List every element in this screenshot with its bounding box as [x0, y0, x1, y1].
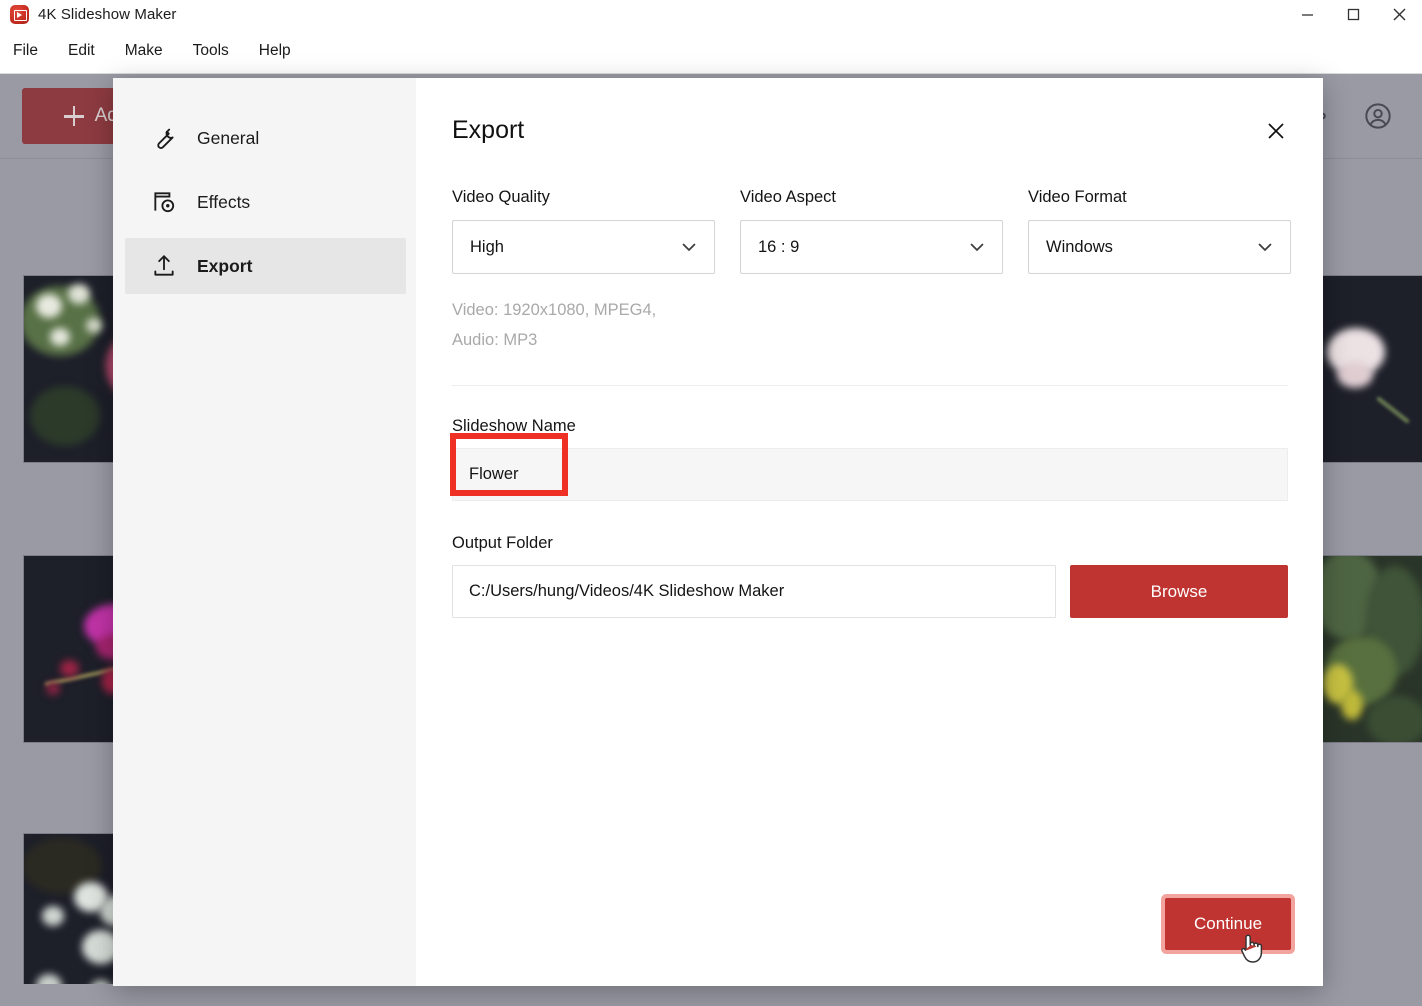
menu-tools[interactable]: Tools: [193, 38, 229, 64]
video-aspect-field: Video Aspect 16 : 9: [740, 188, 1003, 274]
video-format-field: Video Format Windows: [1028, 188, 1291, 274]
chevron-down-icon: [1258, 243, 1272, 251]
dialog-header: Export: [452, 116, 1291, 146]
video-format-label: Video Format: [1028, 188, 1127, 206]
dialog-close-button[interactable]: [1261, 116, 1291, 146]
codec-video-line: Video: 1920x1080, MPEG4,: [452, 301, 657, 319]
codec-summary: Video: 1920x1080, MPEG4, Audio: MP3: [452, 295, 1291, 355]
output-folder-label: Output Folder: [452, 534, 553, 553]
close-icon: [1268, 123, 1284, 139]
menu-file[interactable]: File: [13, 38, 38, 64]
upload-icon: [154, 255, 174, 276]
continue-area: Continue: [1165, 898, 1291, 963]
effects-frame-icon: [154, 192, 175, 213]
video-format-value: Windows: [1046, 237, 1113, 256]
photo-thumbnail[interactable]: [1320, 275, 1422, 463]
slideshow-name-input[interactable]: Flower: [452, 448, 1288, 502]
menu-help[interactable]: Help: [259, 38, 291, 64]
video-aspect-value: 16 : 9: [758, 237, 800, 256]
window-controls: [1284, 0, 1422, 28]
dialog-body: Export Video Quality High Video Aspect 1…: [416, 78, 1327, 986]
app-logo-icon: [10, 4, 29, 24]
video-quality-label: Video Quality: [452, 188, 550, 206]
section-divider: [452, 385, 1288, 387]
sidebar-item-label: Effects: [197, 191, 251, 212]
sidebar-item-export[interactable]: Export: [125, 238, 406, 294]
output-folder-input[interactable]: C:/Users/hung/Videos/4K Slideshow Maker: [452, 565, 1056, 619]
photo-thumbnail[interactable]: [1320, 555, 1422, 743]
continue-button[interactable]: Continue: [1165, 898, 1291, 950]
slideshow-name-wrapper: Flower: [450, 433, 1288, 502]
application-window: 4K Slideshow Maker File Edit Make Tools …: [0, 0, 1422, 1006]
minimize-button[interactable]: [1284, 0, 1330, 28]
maximize-icon: [1347, 8, 1359, 20]
codec-audio-line: Audio: MP3: [452, 331, 538, 350]
video-quality-value: High: [470, 237, 504, 256]
title-bar: 4K Slideshow Maker: [0, 0, 1422, 28]
sidebar-item-effects[interactable]: Effects: [125, 174, 406, 230]
video-format-select[interactable]: Windows: [1028, 220, 1291, 274]
chevron-down-icon: [682, 243, 696, 251]
dialog-title: Export: [452, 116, 525, 144]
wrench-icon: [157, 128, 174, 149]
video-aspect-label: Video Aspect: [740, 188, 837, 206]
account-circle-icon[interactable]: [1364, 102, 1392, 130]
sidebar-item-general[interactable]: General: [125, 110, 406, 166]
video-quality-select[interactable]: High: [452, 220, 715, 274]
chevron-down-icon: [970, 243, 984, 251]
menu-make[interactable]: Make: [125, 38, 163, 64]
browse-button[interactable]: Browse: [1070, 565, 1288, 619]
slideshow-name-label: Slideshow Name: [452, 417, 576, 436]
dialog-sidebar: General Effects Export: [113, 78, 416, 986]
video-aspect-select[interactable]: 16 : 9: [740, 220, 1003, 274]
plus-icon: [63, 106, 84, 126]
minimize-icon: [1301, 13, 1313, 16]
output-folder-row: C:/Users/hung/Videos/4K Slideshow Maker …: [452, 565, 1288, 619]
menu-edit[interactable]: Edit: [68, 38, 95, 64]
maximize-button[interactable]: [1330, 0, 1376, 28]
video-quality-field: Video Quality High: [452, 188, 715, 274]
export-options-row: Video Quality High Video Aspect 16 : 9 V…: [452, 188, 1291, 274]
menu-bar: File Edit Make Tools Help: [0, 28, 1422, 74]
export-settings-dialog: General Effects Export Export Video Qual…: [113, 78, 1323, 986]
close-button[interactable]: [1376, 0, 1422, 28]
window-title: 4K Slideshow Maker: [38, 5, 177, 23]
close-icon: [1393, 8, 1405, 20]
sidebar-item-label: General: [197, 127, 260, 148]
background-bottom-strip: [0, 984, 1422, 1006]
sidebar-item-label: Export: [197, 255, 253, 276]
